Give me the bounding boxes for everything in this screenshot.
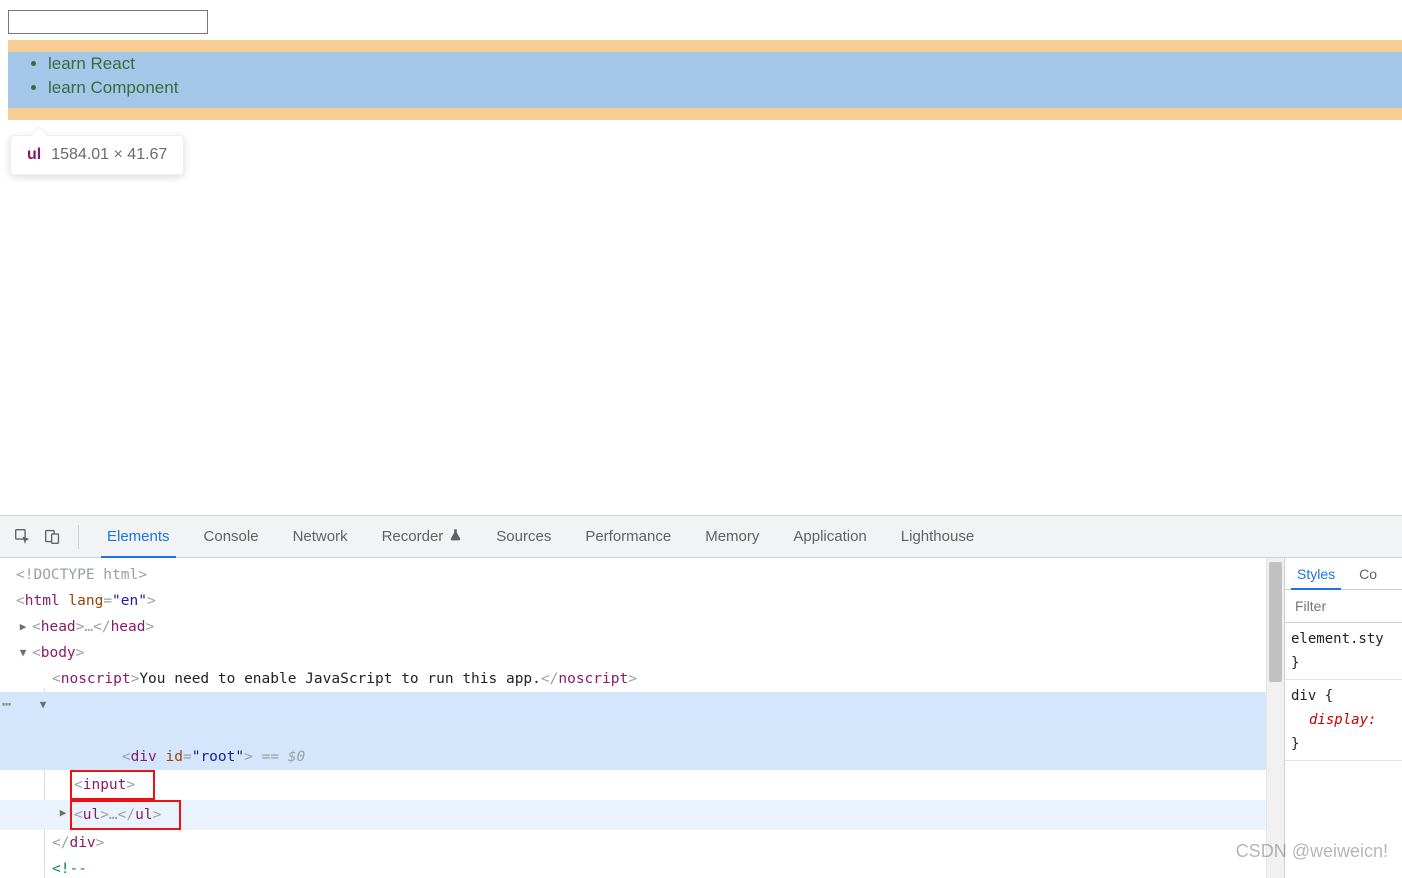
tab-application[interactable]: Application xyxy=(777,516,882,557)
styles-rules[interactable]: element.sty } div { display: } xyxy=(1285,623,1402,769)
devtools-panel: Elements Console Network Recorder Source… xyxy=(0,515,1402,878)
css-brace: } xyxy=(1291,732,1396,756)
device-toggle-icon[interactable] xyxy=(38,523,66,551)
css-selector: element.sty xyxy=(1291,627,1396,651)
styles-tabs: Styles Co xyxy=(1285,558,1402,590)
flask-icon xyxy=(449,528,462,545)
tooltip-dimensions: 1584.01 × 41.67 xyxy=(51,146,167,164)
dom-row[interactable]: ▼<body> xyxy=(0,640,1266,666)
dom-row-selected[interactable]: ⋯ ▼<div id="root"> == $0 xyxy=(0,692,1266,770)
css-property: display: xyxy=(1291,708,1396,732)
rule-divider xyxy=(1285,679,1402,680)
collapse-icon[interactable]: ▼ xyxy=(36,692,50,718)
tab-elements[interactable]: Elements xyxy=(91,516,186,557)
tab-memory[interactable]: Memory xyxy=(689,516,775,557)
scrollbar-thumb[interactable] xyxy=(1269,562,1282,682)
styles-tab-computed[interactable]: Co xyxy=(1347,558,1389,589)
dom-row[interactable]: <!-- xyxy=(0,856,1266,878)
tooltip-tag: ul xyxy=(27,146,41,164)
tab-performance[interactable]: Performance xyxy=(569,516,687,557)
css-brace: } xyxy=(1291,651,1396,675)
expand-icon[interactable]: ▶ xyxy=(56,800,70,826)
tab-console[interactable]: Console xyxy=(188,516,275,557)
collapse-icon[interactable]: ▼ xyxy=(16,640,30,666)
inspect-icon[interactable] xyxy=(8,523,36,551)
tab-sources[interactable]: Sources xyxy=(480,516,567,557)
rule-divider xyxy=(1285,760,1402,761)
dom-row[interactable]: <!DOCTYPE html> xyxy=(0,562,1266,588)
tab-label: Recorder xyxy=(382,528,444,545)
page-preview: learn React learn Component ul 1584.01 ×… xyxy=(0,0,1402,515)
todo-input[interactable] xyxy=(8,10,208,34)
toolbar-separator xyxy=(78,525,79,549)
dom-actions-icon[interactable]: ⋯ xyxy=(0,692,14,718)
devtools-body: <!DOCTYPE html> <html lang="en"> ▶<head>… xyxy=(0,558,1402,878)
dom-row-hovered[interactable]: ▶<ul>…</ul> xyxy=(0,800,1266,830)
css-selector: div { xyxy=(1291,684,1396,708)
todo-list: learn React learn Component xyxy=(8,48,1402,104)
tab-recorder[interactable]: Recorder xyxy=(366,516,479,557)
list-item: learn Component xyxy=(48,76,1402,100)
tab-network[interactable]: Network xyxy=(277,516,364,557)
inspect-tooltip: ul 1584.01 × 41.67 xyxy=(10,135,184,175)
styles-pane: Styles Co element.sty } div { display: } xyxy=(1284,558,1402,878)
dom-row[interactable]: <noscript>You need to enable JavaScript … xyxy=(0,666,1266,692)
expand-icon[interactable]: ▶ xyxy=(16,614,30,640)
dom-row[interactable]: <html lang="en"> xyxy=(0,588,1266,614)
styles-filter-input[interactable] xyxy=(1285,590,1402,623)
list-item: learn React xyxy=(48,52,1402,76)
styles-tab-styles[interactable]: Styles xyxy=(1285,558,1347,589)
dom-row[interactable]: <input> xyxy=(0,770,1266,800)
dom-row[interactable]: </div> xyxy=(0,830,1266,856)
devtools-toolbar: Elements Console Network Recorder Source… xyxy=(0,516,1402,558)
tab-lighthouse[interactable]: Lighthouse xyxy=(885,516,990,557)
dom-row[interactable]: ▶<head>…</head> xyxy=(0,614,1266,640)
scrollbar-vertical[interactable] xyxy=(1266,558,1284,878)
dom-tree[interactable]: <!DOCTYPE html> <html lang="en"> ▶<head>… xyxy=(0,558,1266,878)
